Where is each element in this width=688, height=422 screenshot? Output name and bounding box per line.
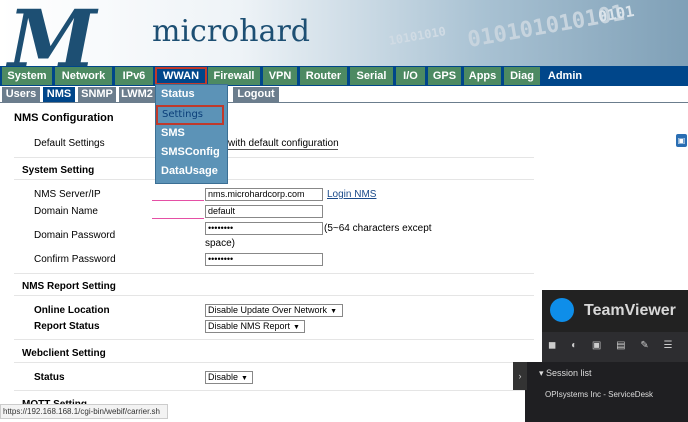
tab-network[interactable]: Network [55,67,112,85]
divider [14,295,534,296]
teamviewer-session-panel: › ▾ Session list OPIsystems Inc - Servic… [513,362,688,422]
divider [14,339,534,340]
teamviewer-toolbar-icons[interactable]: ◼ ◐ ▣ ▤ ✎ ☰ [548,340,678,351]
divider [14,179,534,180]
online-location-label: Online Location [34,305,110,316]
chevron-down-icon: ▼ [293,324,300,331]
subtab-snmp[interactable]: SNMP [78,87,116,102]
main-nav: System Network IPv6 WWAN Firewall VPN Ro… [0,66,688,147]
online-location-select[interactable]: Disable Update Over Network ▼ [205,304,343,317]
divider [14,273,534,274]
domain-name-label: Domain Name [34,206,98,217]
menu-item-status[interactable]: Status [161,88,195,100]
binary-decor: 10101010 [387,24,447,48]
wwan-dropdown-menu: Status Settings SMS SMSConfig DataUsage [155,84,228,184]
chevron-down-icon: ▼ [241,375,248,382]
chevron-right-icon[interactable]: › [513,362,527,390]
tab-wwan[interactable]: WWAN [155,67,207,85]
domain-name-input[interactable]: default [205,205,323,218]
session-list-label[interactable]: ▾ Session list [539,368,592,379]
browser-status-url: https://192.168.168.1/cgi-bin/webif/carr… [0,404,168,419]
tab-firewall[interactable]: Firewall [208,67,260,85]
divider [14,390,534,391]
tab-gps[interactable]: GPS [428,67,461,85]
confirm-password-input[interactable]: •••••••• [205,253,323,266]
tab-system[interactable]: System [2,67,52,85]
status-label: Status [34,372,65,383]
tab-ipv6[interactable]: IPv6 [115,67,153,85]
nms-server-input[interactable]: nms.microhardcorp.com [205,188,323,201]
subtab-nms[interactable]: NMS [43,87,75,102]
sub-nav: Users NMS SNMP LWM2 Logout [0,86,688,103]
divider [14,362,534,363]
teamviewer-header: TeamViewer [542,290,688,332]
section-report-setting: NMS Report Setting [22,281,116,292]
subtab-users[interactable]: Users [2,87,40,102]
default-settings-label: Default Settings [34,138,105,149]
status-select[interactable]: Disable ▼ [205,371,253,384]
login-nms-link[interactable]: Login NMS [327,189,376,200]
session-entry[interactable]: OPIsystems Inc - ServiceDesk [545,390,653,399]
domain-password-label: Domain Password [34,230,116,241]
teamviewer-logo-icon [550,298,574,322]
menu-item-sms[interactable]: SMS [161,127,185,139]
menu-item-settings[interactable]: Settings [156,105,224,125]
link-underline [228,149,338,150]
tab-router[interactable]: Router [300,67,347,85]
password-hint-2: space) [205,238,236,249]
brand-logo-text: microhard [152,14,310,49]
default-settings-link[interactable]: with default configuration [228,138,339,149]
domain-password-input[interactable]: •••••••• [205,222,323,235]
tab-apps[interactable]: Apps [464,67,501,85]
subtab-logout[interactable]: Logout [233,87,279,102]
password-hint: (5~64 characters except [324,223,432,234]
tab-diag[interactable]: Diag [504,67,540,85]
subtab-lwm2m[interactable]: LWM2 [119,87,155,102]
header-banner: 10101010 010101010101 0101 M microhard [0,0,688,66]
tab-admin[interactable]: Admin [542,67,588,85]
divider [14,157,534,158]
menu-item-datausage[interactable]: DataUsage [161,165,218,177]
teamviewer-title: TeamViewer [584,302,676,319]
highlight-line [152,200,204,201]
tab-vpn[interactable]: VPN [263,67,297,85]
section-webclient-setting: Webclient Setting [22,348,106,359]
report-status-select[interactable]: Disable NMS Report ▼ [205,320,305,333]
section-system-setting: System Setting [22,165,95,176]
tab-io[interactable]: I/O [396,67,425,85]
page-title: NMS Configuration [14,112,114,124]
confirm-password-label: Confirm Password [34,254,116,265]
tab-serial[interactable]: Serial [350,67,393,85]
menu-item-smsconfig[interactable]: SMSConfig [161,146,220,158]
report-status-label: Report Status [34,321,100,332]
highlight-line [152,218,204,219]
teamviewer-panel: TeamViewer ◼ ◐ ▣ ▤ ✎ ☰ › ▾ Session list … [513,290,688,422]
nms-server-label: NMS Server/IP [34,189,101,200]
microhard-logo-icon: M [8,0,97,66]
chevron-down-icon: ▼ [330,308,337,315]
